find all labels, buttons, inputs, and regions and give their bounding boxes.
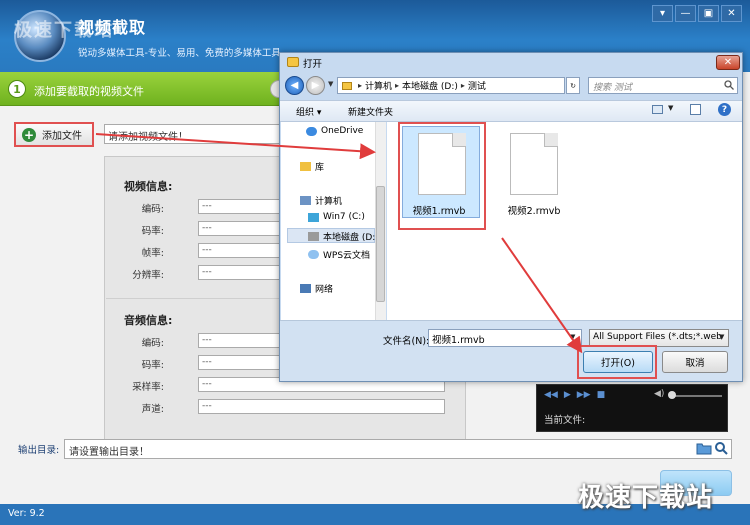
volume-icon[interactable]: ◀) — [654, 389, 664, 399]
volume-slider[interactable] — [670, 395, 722, 397]
step-number: 1 — [8, 80, 26, 98]
refresh-icon[interactable]: ↻ — [566, 77, 580, 94]
folder-icon[interactable] — [696, 441, 712, 455]
computer-icon — [300, 196, 311, 205]
file-name[interactable]: 视频2.rmvb — [494, 203, 574, 217]
audio-field-label: 声道: — [141, 404, 164, 415]
audio-field-value: --- — [198, 399, 445, 414]
filename-input[interactable]: 视频1.rmvb — [428, 329, 582, 347]
nav-item-label: 计算机 — [315, 197, 343, 207]
video-field-value: --- — [198, 243, 280, 258]
search-icon[interactable] — [724, 80, 734, 90]
watermark-top: 极速下载站 — [14, 20, 114, 41]
drive-icon — [308, 212, 319, 222]
volume-slider-handle[interactable] — [668, 391, 676, 399]
nav-item-label: 网络 — [315, 285, 334, 295]
audio-field-label: 码率: — [141, 360, 164, 371]
breadcrumb-computer[interactable]: 计算机 — [362, 79, 395, 92]
preview-pane-icon[interactable] — [690, 104, 701, 115]
audio-field-label: 采样率: — [132, 382, 164, 393]
folder-icon — [287, 57, 299, 67]
watermark-bottom: 极速下载站 — [578, 483, 714, 513]
add-file-button[interactable]: + 添加文件 — [14, 122, 94, 147]
window-controls: ▾ — ▣ ✕ — [652, 5, 742, 22]
chevron-down-icon[interactable]: ▼ — [570, 333, 575, 341]
nav-item-library[interactable]: 库 — [300, 160, 324, 173]
drive-icon — [308, 232, 319, 241]
nav-scrollbar-thumb[interactable] — [376, 186, 385, 302]
play-icon[interactable]: ▶ — [564, 390, 571, 400]
dialog-title: 打开 — [303, 59, 323, 70]
folder-icon — [342, 81, 352, 90]
media-controls: ◀◀ ▶ ▶▶ ■ — [544, 390, 605, 400]
video-field-label: 编码: — [141, 204, 164, 215]
rewind-icon[interactable]: ◀◀ — [544, 390, 558, 400]
stop-icon[interactable]: ■ — [597, 390, 606, 400]
video-field-label: 帧率: — [141, 248, 164, 259]
audio-field-label: 编码: — [141, 338, 164, 349]
network-icon — [300, 284, 311, 293]
nav-item-label: 库 — [315, 163, 325, 173]
video-info-title: 视频信息: — [124, 180, 173, 193]
annotation-highlight-open — [577, 345, 657, 379]
nav-item-label: WPS云文档 — [323, 251, 371, 261]
nav-item-label: OneDrive — [321, 126, 364, 136]
video-field-value: --- — [198, 221, 280, 236]
current-file-label: 当前文件: — [544, 415, 586, 426]
add-file-label: 添加文件 — [42, 131, 82, 142]
output-dir-label: 输出目录: — [18, 445, 60, 456]
nav-item-drive-c[interactable]: Win7 (C:) — [308, 212, 365, 222]
forward-arrow-icon[interactable]: ▶ — [306, 76, 325, 95]
video-field-label: 码率: — [141, 226, 164, 237]
library-icon — [300, 162, 311, 171]
back-arrow-icon[interactable]: ◀ — [285, 76, 304, 95]
nav-item-network[interactable]: 网络 — [300, 282, 333, 295]
view-icon[interactable] — [652, 105, 663, 114]
organize-button[interactable]: 组织 ▾ — [296, 105, 321, 118]
annotation-highlight-file — [398, 122, 486, 230]
cancel-button[interactable]: 取消 — [662, 351, 728, 373]
plus-icon: + — [22, 127, 36, 142]
chevron-down-icon[interactable]: ▼ — [719, 333, 724, 341]
menu-icon[interactable]: ▾ — [652, 5, 673, 22]
maximize-icon[interactable]: ▣ — [698, 5, 719, 22]
video-field-value: --- — [198, 199, 280, 214]
chevron-down-icon[interactable]: ▼ — [328, 80, 333, 88]
file-fold-corner — [544, 133, 558, 147]
audio-field-value: --- — [198, 355, 280, 370]
search-icon[interactable] — [714, 441, 728, 455]
nav-item-drive-d[interactable]: 本地磁盘 (D:) — [308, 230, 379, 243]
file-item-2[interactable] — [510, 133, 558, 195]
breadcrumb-drive-d[interactable]: 本地磁盘 (D:) — [399, 79, 461, 92]
chevron-down-icon[interactable]: ▼ — [668, 104, 673, 112]
breadcrumb-test[interactable]: 测试 — [465, 79, 489, 92]
output-dir-input[interactable]: 请设置输出目录！ — [64, 439, 732, 459]
video-file-input[interactable]: 请添加视频文件！ — [104, 124, 280, 144]
version-label: Ver: 9.2 — [8, 508, 45, 519]
minimize-icon[interactable]: — — [675, 5, 696, 22]
nav-item-wps-cloud[interactable]: WPS云文档 — [308, 248, 370, 261]
audio-info-title: 音频信息: — [124, 314, 173, 327]
nav-item-label: Win7 (C:) — [323, 212, 365, 222]
nav-item-label: 本地磁盘 (D:) — [323, 233, 379, 243]
divider — [106, 298, 280, 299]
video-field-value: --- — [198, 265, 280, 280]
cloud-icon — [308, 250, 319, 259]
close-icon[interactable]: ✕ — [721, 5, 742, 22]
video-field-label: 分辨率: — [132, 270, 164, 281]
app-subtitle: 锐动多媒体工具-专业、易用、免费的多媒体工具 — [78, 48, 281, 59]
audio-field-value: --- — [198, 333, 280, 348]
new-folder-button[interactable]: 新建文件夹 — [348, 105, 393, 118]
dialog-close-button[interactable]: ✕ — [716, 55, 740, 70]
dialog-titlebar[interactable] — [280, 53, 742, 71]
forward-icon[interactable]: ▶▶ — [577, 390, 591, 400]
address-bar[interactable]: ▸ 计算机 ▸ 本地磁盘 (D:) ▸ 测试 — [337, 77, 565, 94]
nav-item-computer[interactable]: 计算机 — [300, 194, 342, 207]
cloud-icon — [306, 126, 317, 136]
nav-item-onedrive[interactable]: OneDrive — [306, 126, 363, 136]
filename-label: 文件名(N): — [383, 336, 430, 347]
step-label: 添加要截取的视频文件 — [34, 85, 144, 98]
search-input[interactable]: 搜索 测试 — [588, 77, 738, 94]
help-icon[interactable]: ? — [718, 103, 731, 116]
